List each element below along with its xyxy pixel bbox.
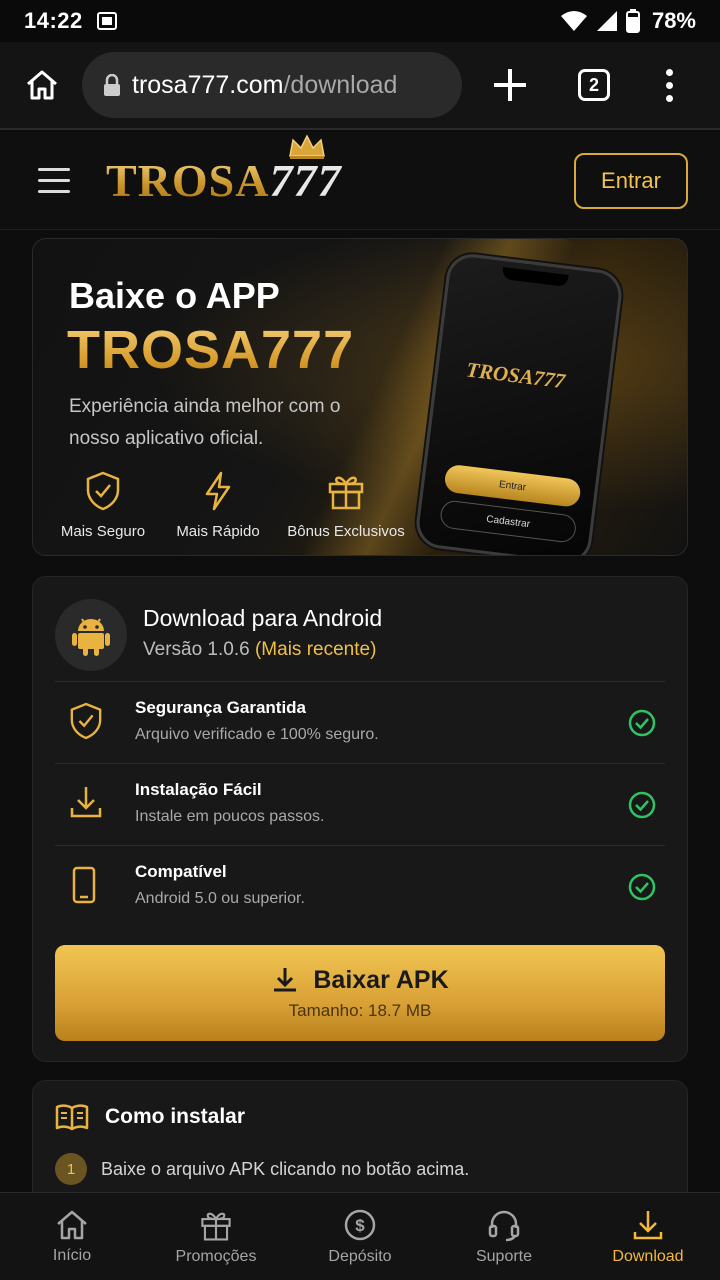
nav-support[interactable]: Suporte (432, 1193, 576, 1280)
hero-feature-fast: Mais Rápido (169, 471, 267, 540)
feature-desc: Android 5.0 ou superior. (135, 890, 305, 907)
check-circle-icon (628, 709, 656, 737)
browser-toolbar: trosa777.com/download 2 (0, 42, 720, 130)
latest-tag: (Mais recente) (254, 639, 377, 660)
android-download-card: Download para Android Versão 1.0.6 (Mais… (32, 576, 688, 1062)
download-icon (633, 1210, 663, 1239)
apk-button-line: Baixar APK (271, 965, 449, 995)
gift-icon (201, 1212, 231, 1241)
check-circle-icon (628, 873, 656, 901)
install-step: 1 Baixe o arquivo APK clicando no botão … (55, 1153, 469, 1185)
logo-text: TROSA (106, 155, 270, 206)
address-bar[interactable]: trosa777.com/download (82, 52, 462, 118)
shield-check-icon (86, 471, 120, 511)
feature-desc: Instale em poucos passos. (135, 808, 325, 825)
new-tab-button[interactable] (492, 67, 528, 103)
phone-register-button: Cadastrar (439, 499, 578, 544)
install-title: Como instalar (105, 1105, 246, 1128)
feature-title: Compatível (135, 862, 227, 881)
wifi-icon (560, 11, 587, 31)
hero-feature-bonus: Bônus Exclusivos (281, 471, 411, 540)
lightning-icon (205, 471, 231, 511)
dollar-circle-icon: $ (344, 1209, 376, 1240)
apk-button-label: Baixar APK (313, 965, 449, 994)
hamburger-menu-icon[interactable] (38, 168, 70, 193)
nav-label: Suporte (475, 1247, 533, 1265)
feature-title: Instalação Fácil (135, 780, 262, 799)
headset-icon (488, 1210, 520, 1241)
url-path: /download (283, 70, 398, 99)
hero-heading: Baixe o APP (69, 275, 280, 316)
gift-icon (328, 476, 364, 510)
hero-feature-label: Bônus Exclusivos (287, 523, 405, 540)
browser-menu-button[interactable] (666, 68, 674, 102)
feature-title: Segurança Garantida (135, 698, 307, 717)
download-apk-button[interactable]: Baixar APK Tamanho: 18.7 MB (55, 945, 665, 1041)
feature-row-security: Segurança Garantida Arquivo verificado e… (55, 681, 665, 763)
feature-row-install: Instalação Fácil Instale em poucos passo… (55, 763, 665, 845)
phone-mockup: TROSA777 Entrar Cadastrar (413, 251, 625, 555)
logo-number: 777 (269, 155, 342, 206)
install-title-row: Como instalar (55, 1103, 245, 1131)
android-icon (72, 618, 110, 656)
step-number: 1 (55, 1153, 87, 1185)
nav-label: Depósito (328, 1247, 392, 1265)
nav-download[interactable]: Download (576, 1193, 720, 1280)
hero-brand: TROSA777 (67, 320, 355, 380)
lock-icon (104, 74, 120, 96)
version-info: Versão 1.0.6 (Mais recente) (143, 639, 377, 660)
site-logo[interactable]: TROSA777 (106, 134, 342, 207)
hero-feature-secure: Mais Seguro (55, 471, 151, 540)
apk-file-size: Tamanho: 18.7 MB (288, 1000, 432, 1020)
signal-icon (596, 11, 617, 31)
hero-features: Mais Seguro Mais Rápido Bônus Exclusivos (55, 471, 411, 540)
feature-desc: Arquivo verificado e 100% seguro. (135, 726, 379, 743)
nav-label: Download (612, 1247, 684, 1265)
notification-icon (96, 12, 117, 30)
status-right: 78% (560, 8, 696, 34)
download-title: Download para Android (143, 605, 383, 631)
browser-home-button[interactable] (20, 63, 64, 107)
phone-logo: TROSA777 (464, 357, 567, 394)
hero-description: Experiência ainda melhor com o nosso apl… (69, 396, 341, 449)
nav-deposit[interactable]: $ Depósito (288, 1193, 432, 1280)
step-text: Baixe o arquivo APK clicando no botão ac… (101, 1158, 470, 1179)
battery-level: 78% (651, 8, 696, 33)
home-icon (27, 70, 57, 100)
home-icon (57, 1210, 87, 1239)
crown-icon (289, 134, 326, 159)
url-host: trosa777.com (132, 70, 284, 99)
android-badge (55, 599, 127, 671)
nav-promotions[interactable]: Promoções (144, 1193, 288, 1280)
login-button[interactable]: Entrar (574, 152, 688, 209)
download-tray-icon (70, 787, 102, 818)
bottom-navigation: Início Promoções $ Depósito Suporte Down… (0, 1192, 720, 1280)
battery-icon (625, 9, 640, 33)
hero-feature-label: Mais Rápido (176, 523, 260, 540)
site-header: TROSA777 Entrar (0, 132, 720, 230)
hero-banner: Baixe o APP TROSA777 Experiência ainda m… (32, 238, 688, 556)
book-icon (55, 1104, 89, 1131)
shield-check-icon (70, 702, 102, 740)
download-icon (274, 968, 297, 992)
svg-text:$: $ (355, 1216, 365, 1235)
feature-row-compatible: Compatível Android 5.0 ou superior. (55, 845, 665, 927)
check-circle-icon (628, 791, 656, 819)
status-bar: 14:22 78% (0, 0, 720, 42)
nav-label: Início (52, 1246, 92, 1264)
hero-feature-label: Mais Seguro (60, 523, 146, 540)
nav-home[interactable]: Início (0, 1193, 144, 1280)
status-time: 14:22 (24, 8, 83, 33)
tab-switcher-button[interactable]: 2 (578, 69, 610, 101)
nav-label: Promoções (175, 1247, 257, 1265)
smartphone-icon (72, 866, 96, 904)
